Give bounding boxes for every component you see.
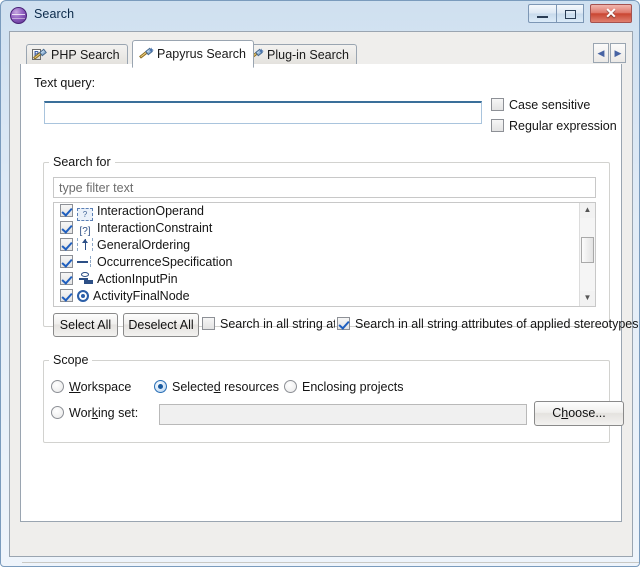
- scope-option-working-set-label: Working set:: [69, 406, 139, 420]
- checkbox-box[interactable]: [60, 272, 73, 285]
- tab-strip: P PHP Search ✦ Papyrus Search: [10, 40, 632, 72]
- search-stereotype-attributes-label: Search in all string attributes of appli…: [355, 317, 639, 331]
- list-item-label: GeneralOrdering: [97, 238, 191, 252]
- deselect-all-label: Deselect All: [128, 318, 194, 332]
- select-all-label: Select All: [59, 318, 112, 332]
- tab-papyrus-search[interactable]: ✦ Papyrus Search: [132, 40, 254, 68]
- search-string-attributes-checkbox[interactable]: Search in all string attı: [202, 317, 335, 331]
- radio-circle: [51, 380, 64, 393]
- search-for-legend: Search for: [49, 155, 115, 169]
- list-item-label: InteractionOperand: [97, 204, 205, 218]
- list-item[interactable]: [?] InteractionConstraint: [54, 220, 595, 237]
- scope-option-enclosing-projects[interactable]: Enclosing projects: [284, 380, 403, 394]
- radio-circle: [284, 380, 297, 393]
- search-string-attributes-label: Search in all string attı: [220, 317, 335, 331]
- php-search-icon: P: [32, 48, 48, 63]
- scope-option-workspace[interactable]: Workspace: [51, 380, 131, 394]
- general-ordering-icon: [77, 238, 93, 251]
- chevron-left-icon: ◀: [597, 48, 605, 58]
- regular-expression-label: Regular expression: [509, 119, 617, 133]
- list-item[interactable]: OccurrenceSpecification: [54, 254, 595, 271]
- maximize-button[interactable]: [556, 4, 584, 23]
- tab-nav-arrows: ◀ ▶: [593, 43, 627, 63]
- list-item-label: ActivityFinalNode: [93, 289, 190, 303]
- tab-plugin-search[interactable]: ✦ Plug-in Search: [242, 44, 357, 65]
- maximize-icon: [565, 10, 576, 19]
- list-item[interactable]: ? InteractionOperand: [54, 203, 595, 221]
- regular-expression-checkbox[interactable]: Regular expression: [491, 119, 617, 133]
- tab-papyrus-search-label: Papyrus Search: [157, 47, 246, 61]
- tab-next-button[interactable]: ▶: [610, 43, 626, 63]
- search-dialog-window: Search ✕ P PHP Search: [0, 0, 640, 567]
- scope-option-workspace-label: Workspace: [69, 380, 132, 394]
- checkbox-box[interactable]: [60, 204, 73, 217]
- minimize-button[interactable]: [528, 4, 556, 23]
- checkbox-box: [202, 317, 215, 330]
- scope-option-enclosing-projects-label: Enclosing projects: [302, 380, 404, 394]
- checkbox-box: [337, 317, 350, 330]
- title-bar: Search ✕: [1, 1, 639, 30]
- scroll-down-icon[interactable]: ▼: [580, 291, 595, 306]
- case-sensitive-label: Case sensitive: [509, 98, 591, 112]
- checkbox-box[interactable]: [60, 289, 73, 302]
- tab-php-search-label: PHP Search: [51, 48, 120, 62]
- list-item-label: InteractionConstraint: [97, 221, 213, 235]
- list-item[interactable]: GeneralOrdering: [54, 237, 595, 254]
- scope-legend: Scope: [49, 353, 93, 367]
- list-item[interactable]: ActionInputPin: [54, 271, 595, 288]
- tab-plugin-search-label: Plug-in Search: [267, 48, 349, 62]
- type-list[interactable]: ? InteractionOperand [?] InteractionConstr…: [53, 202, 596, 307]
- activity-final-node-icon: [77, 290, 89, 302]
- text-query-input[interactable]: [44, 101, 482, 124]
- footer-separator: [22, 562, 639, 563]
- checkbox-box[interactable]: [60, 255, 73, 268]
- checkbox-box[interactable]: [60, 238, 73, 251]
- radio-circle: [154, 380, 167, 393]
- scope-option-working-set[interactable]: Working set:: [51, 406, 138, 420]
- deselect-all-button[interactable]: Deselect All: [123, 313, 199, 337]
- dialog-body: P PHP Search ✦ Papyrus Search: [9, 31, 639, 563]
- radio-circle: [51, 406, 64, 419]
- filter-input[interactable]: [53, 177, 596, 198]
- checkbox-box[interactable]: [60, 221, 73, 234]
- tab-php-search[interactable]: P PHP Search: [26, 44, 128, 65]
- scrollbar-thumb[interactable]: [581, 237, 594, 263]
- chevron-right-icon: ▶: [614, 48, 622, 58]
- papyrus-search-panel: Text query: Case sensitive Regular expre…: [20, 64, 639, 563]
- scroll-up-icon[interactable]: ▲: [580, 203, 595, 218]
- occurrence-specification-icon: [77, 255, 93, 268]
- close-icon: ✕: [605, 5, 617, 21]
- tab-prev-button[interactable]: ◀: [593, 43, 609, 63]
- minimize-icon: [537, 16, 548, 18]
- window-title: Search: [34, 7, 75, 21]
- scope-group: [43, 360, 610, 443]
- eclipse-sphere-icon: [10, 7, 27, 24]
- scope-option-selected-resources-label: Selected resources: [172, 380, 280, 394]
- select-all-button[interactable]: Select All: [53, 313, 118, 337]
- checkbox-box: [491, 119, 504, 132]
- list-scrollbar[interactable]: ▲ ▼: [579, 203, 595, 306]
- list-item[interactable]: ActivityFinalNode: [54, 288, 595, 305]
- action-input-pin-icon: [77, 272, 93, 285]
- close-button[interactable]: ✕: [590, 4, 632, 23]
- scope-option-selected-resources[interactable]: Selected resources: [154, 380, 279, 394]
- list-item-label: ActionInputPin: [97, 272, 178, 286]
- checkbox-box: [491, 98, 504, 111]
- list-item-label: OccurrenceSpecification: [97, 255, 233, 269]
- choose-label: Choose...: [552, 406, 606, 420]
- choose-button[interactable]: Choose...: [534, 401, 624, 426]
- case-sensitive-checkbox[interactable]: Case sensitive: [491, 98, 590, 112]
- search-stereotype-attributes-checkbox[interactable]: Search in all string attributes of appli…: [337, 317, 639, 331]
- papyrus-search-icon: ✦: [138, 47, 155, 62]
- text-query-label: Text query:: [34, 76, 96, 90]
- working-set-input[interactable]: [159, 404, 527, 425]
